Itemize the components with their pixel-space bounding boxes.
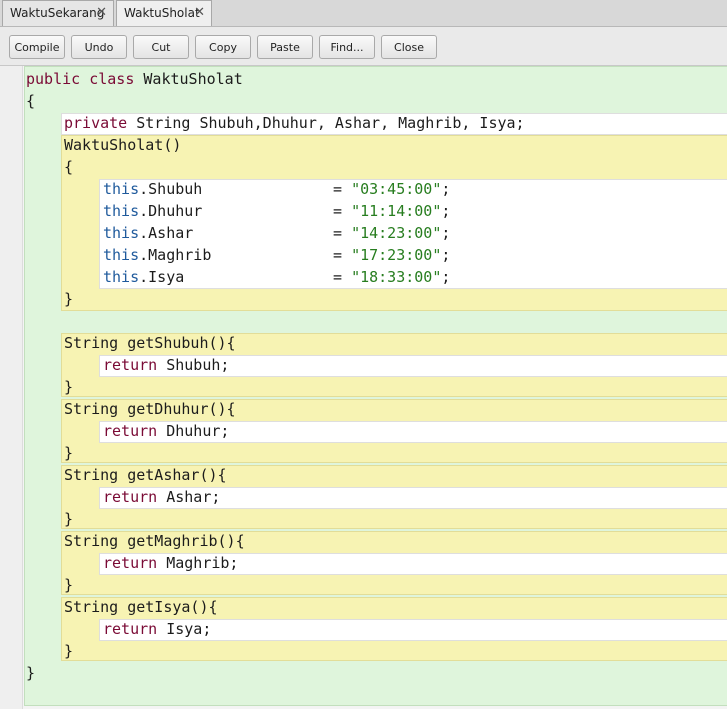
code-line-method-close[interactable]: } — [64, 442, 73, 464]
keyword-return: return — [103, 422, 158, 440]
assign-op: = — [333, 180, 352, 198]
assign-op: = — [333, 202, 352, 220]
semicolon: ; — [441, 224, 451, 242]
assign-field: .Maghrib — [139, 246, 212, 264]
code-line-ctor-open[interactable]: { — [64, 156, 73, 178]
close-tab-icon[interactable]: ✕ — [194, 1, 205, 25]
code-line-class-open[interactable]: { — [26, 90, 35, 112]
string-literal: "17:23:00" — [351, 246, 442, 264]
find-button[interactable]: Find... — [319, 35, 375, 59]
code-line-assign-value[interactable]: = "03:45:00"; — [333, 178, 450, 200]
compile-button[interactable]: Compile — [9, 35, 65, 59]
code-line-assign-value[interactable]: = "18:33:00"; — [333, 266, 450, 288]
code-line-assign[interactable]: this.Shubuh — [103, 178, 202, 200]
semicolon: ; — [441, 268, 451, 286]
tab-waktusholat[interactable]: WaktuSholat ✕ — [116, 0, 212, 26]
code-line-method-close[interactable]: } — [64, 376, 73, 398]
return-value: Dhuhur; — [157, 422, 230, 440]
assign-field: .Isya — [139, 268, 185, 286]
semicolon: ; — [441, 202, 451, 220]
tab-waktusekarang[interactable]: WaktuSekarang ✕ — [2, 0, 114, 26]
code-line-return[interactable]: return Ashar; — [103, 486, 220, 508]
code-line-return[interactable]: return Maghrib; — [103, 552, 238, 574]
code-line-assign[interactable]: this.Isya — [103, 266, 184, 288]
keyword-class: class — [89, 70, 135, 88]
close-tab-icon[interactable]: ✕ — [96, 1, 107, 25]
code-line-method-close[interactable]: } — [64, 574, 73, 596]
return-value: Isya; — [157, 620, 212, 638]
tab-bar: WaktuSekarang ✕ WaktuSholat ✕ — [0, 0, 727, 27]
keyword-this: this — [103, 202, 140, 220]
assign-op: = — [333, 246, 352, 264]
code-line-fields[interactable]: private String Shubuh,Dhuhur, Ashar, Mag… — [64, 112, 525, 134]
copy-button[interactable]: Copy — [195, 35, 251, 59]
code-line-method-close[interactable]: } — [64, 640, 73, 662]
paste-button[interactable]: Paste — [257, 35, 313, 59]
code-line-method-close[interactable]: } — [64, 508, 73, 530]
code-line-return[interactable]: return Isya; — [103, 618, 211, 640]
line-gutter[interactable] — [0, 66, 23, 709]
code-line-method-sig[interactable]: String getMaghrib(){ — [64, 530, 245, 552]
code-line-assign-value[interactable]: = "14:23:00"; — [333, 222, 450, 244]
semicolon: ; — [441, 180, 451, 198]
assign-op: = — [333, 268, 352, 286]
code-line-assign[interactable]: this.Ashar — [103, 222, 193, 244]
code-line-method-sig[interactable]: String getAshar(){ — [64, 464, 227, 486]
semicolon: ; — [441, 246, 451, 264]
keyword-return: return — [103, 488, 158, 506]
string-literal: "03:45:00" — [351, 180, 442, 198]
code-line-method-sig[interactable]: String getIsya(){ — [64, 596, 218, 618]
code-editor[interactable]: public class WaktuSholat { private Strin… — [0, 66, 727, 709]
string-literal: "18:33:00" — [351, 268, 442, 286]
code-line-constructor[interactable]: WaktuSholat() — [64, 134, 181, 156]
field-declaration: String Shubuh,Dhuhur, Ashar, Maghrib, Is… — [127, 114, 525, 132]
undo-button[interactable]: Undo — [71, 35, 127, 59]
code-line-assign-value[interactable]: = "11:14:00"; — [333, 200, 450, 222]
keyword-return: return — [103, 620, 158, 638]
return-value: Maghrib; — [157, 554, 239, 572]
toolbar: Compile Undo Cut Copy Paste Find... Clos… — [0, 27, 727, 66]
class-name: WaktuSholat — [143, 70, 243, 88]
tab-label: WaktuSholat — [124, 6, 200, 20]
assign-field: .Shubuh — [139, 180, 203, 198]
keyword-return: return — [103, 554, 158, 572]
keyword-private: private — [64, 114, 128, 132]
code-line-ctor-close[interactable]: } — [64, 288, 73, 310]
keyword-this: this — [103, 246, 140, 264]
code-line-assign[interactable]: this.Maghrib — [103, 244, 211, 266]
assign-op: = — [333, 224, 352, 242]
keyword-this: this — [103, 180, 140, 198]
assign-field: .Ashar — [139, 224, 194, 242]
string-literal: "14:23:00" — [351, 224, 442, 242]
cut-button[interactable]: Cut — [133, 35, 189, 59]
code-line-assign[interactable]: this.Dhuhur — [103, 200, 202, 222]
keyword-return: return — [103, 356, 158, 374]
tab-label: WaktuSekarang — [10, 6, 105, 20]
string-literal: "11:14:00" — [351, 202, 442, 220]
keyword-this: this — [103, 268, 140, 286]
return-value: Ashar; — [157, 488, 221, 506]
keyword-public: public — [26, 70, 81, 88]
code-line-class-close[interactable]: } — [26, 662, 35, 684]
code-line-assign-value[interactable]: = "17:23:00"; — [333, 244, 450, 266]
keyword-this: this — [103, 224, 140, 242]
assign-field: .Dhuhur — [139, 202, 203, 220]
code-line-return[interactable]: return Shubuh; — [103, 354, 229, 376]
close-button[interactable]: Close — [381, 35, 437, 59]
code-line-return[interactable]: return Dhuhur; — [103, 420, 229, 442]
code-line-method-sig[interactable]: String getDhuhur(){ — [64, 398, 236, 420]
code-line-class-decl[interactable]: public class WaktuSholat — [26, 68, 243, 90]
return-value: Shubuh; — [157, 356, 230, 374]
code-line-method-sig[interactable]: String getShubuh(){ — [64, 332, 236, 354]
